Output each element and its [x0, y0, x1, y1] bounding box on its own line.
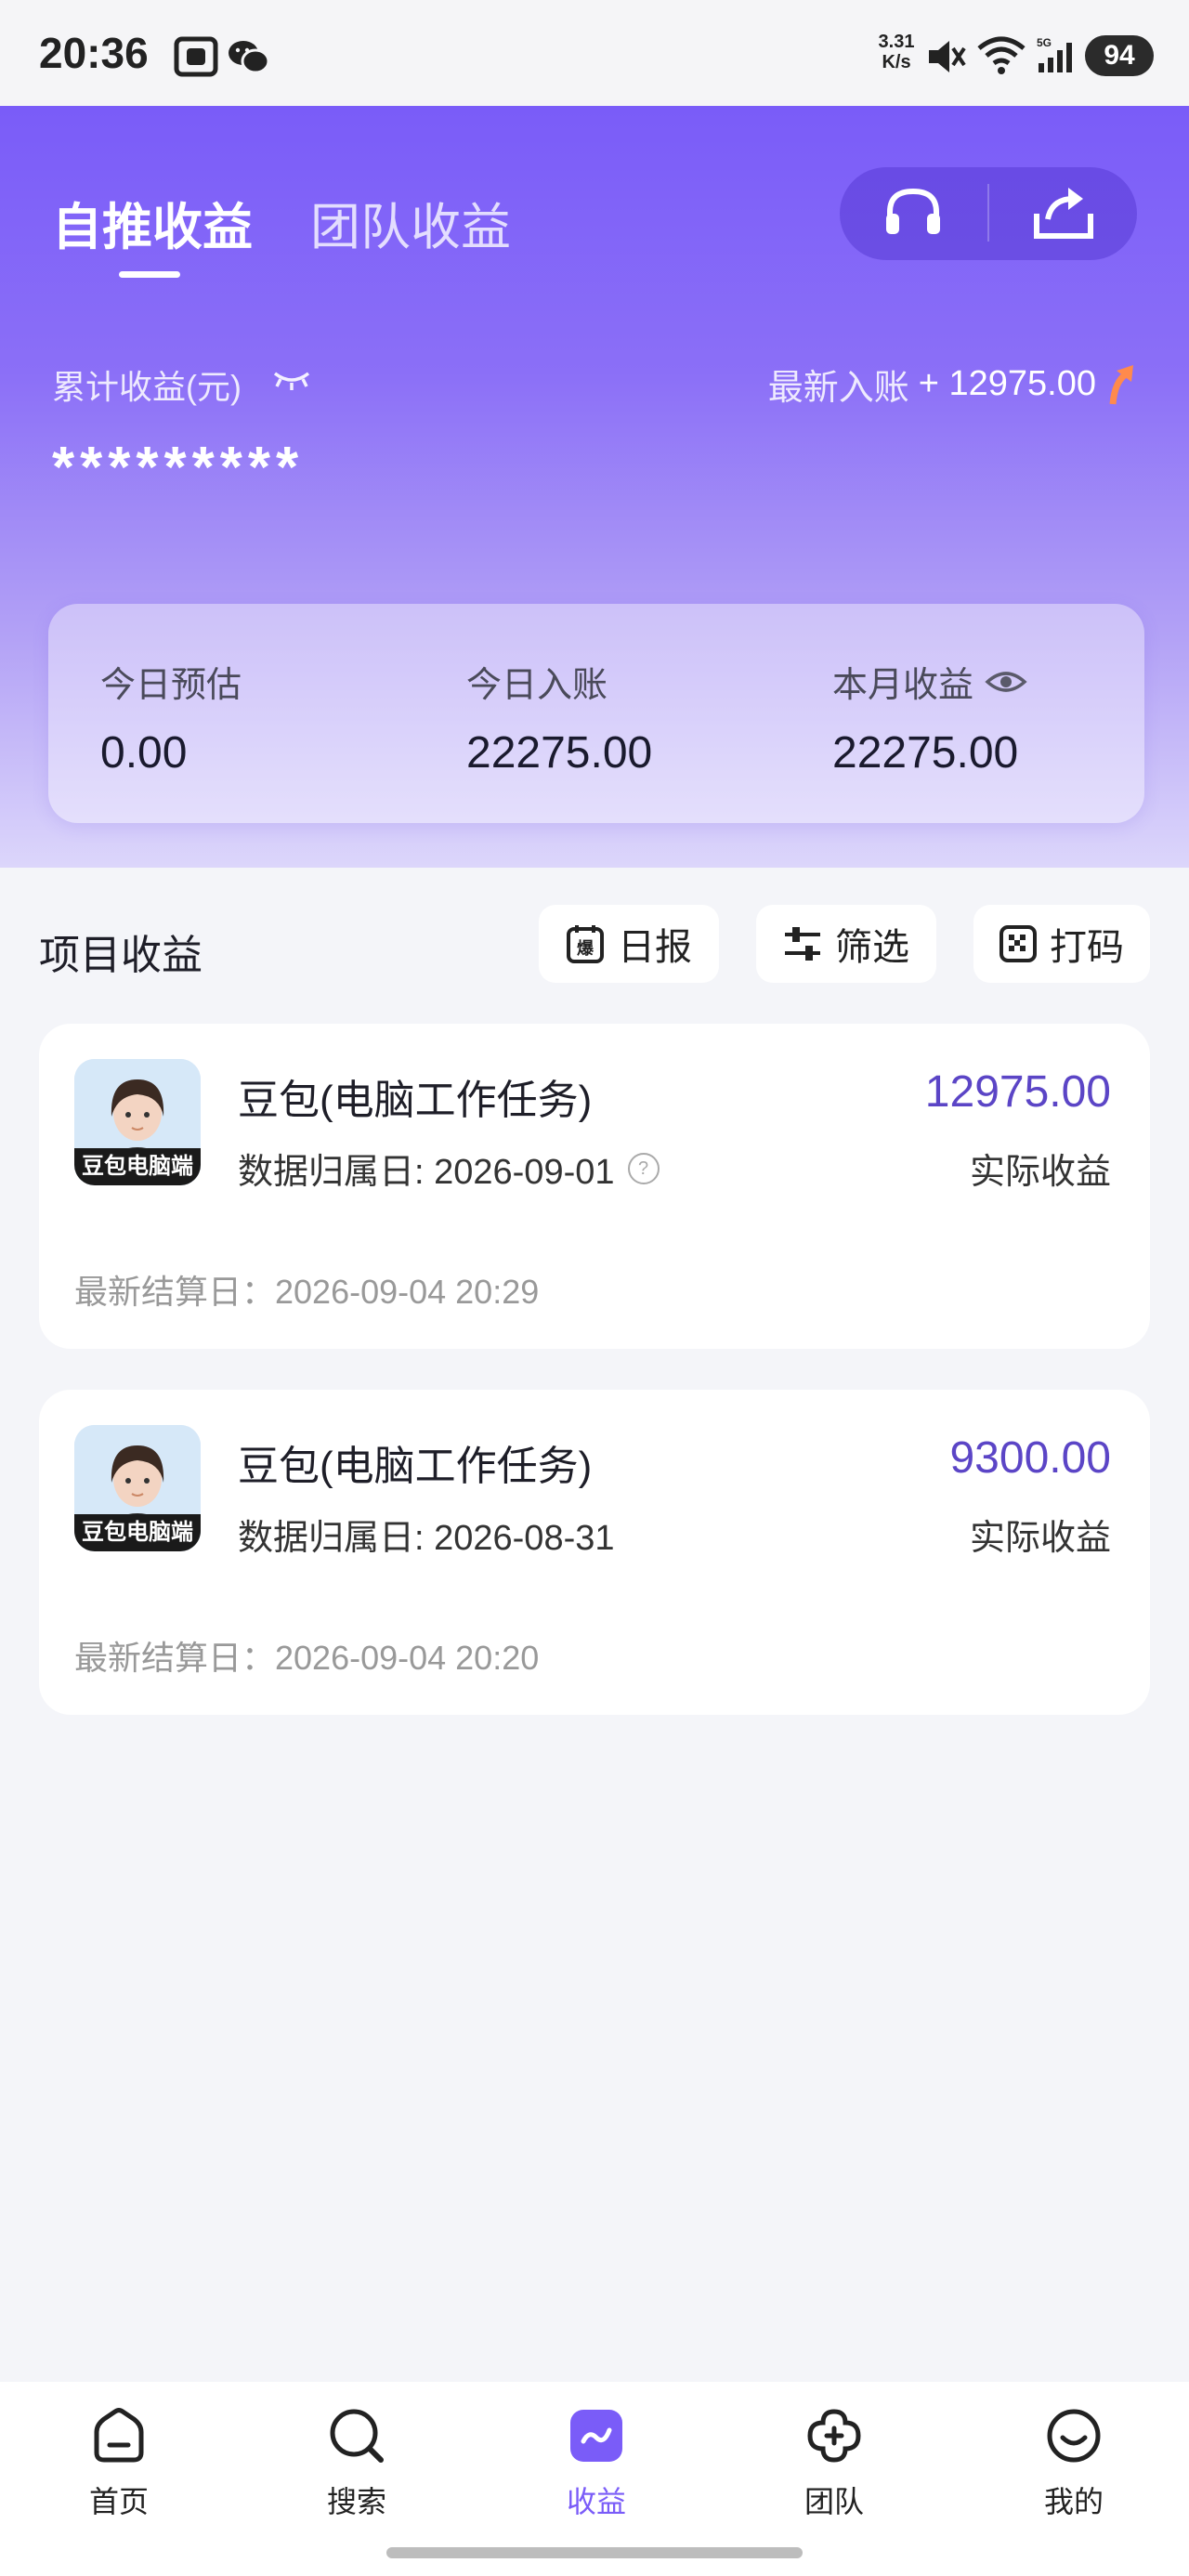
item-amount: 12975.00	[924, 1067, 1111, 1117]
chip-label: 打码	[1050, 927, 1124, 968]
nav-label: 我的	[1043, 2485, 1104, 2518]
status-time: 20:36	[39, 29, 149, 77]
summary-month-earnings: 本月收益 22275.00	[832, 656, 1027, 778]
filter-icon	[785, 927, 820, 961]
cumulative-earnings-label: 累计收益(元)	[52, 368, 242, 406]
home-indicator[interactable]	[386, 2547, 803, 2558]
help-icon[interactable]: ?	[627, 1152, 660, 1184]
latest-income: 最新入账 + 12975.00	[768, 359, 1137, 410]
section-title: 项目收益	[39, 933, 203, 978]
summary-label: 本月收益	[832, 656, 1027, 707]
project-earnings-card[interactable]: 豆包电脑端 豆包(电脑工作任务) 数据归属日: 2026-09-01 ? 129…	[39, 1024, 1150, 1349]
summary-value: 0.00	[100, 728, 188, 778]
headset-icon[interactable]	[881, 184, 946, 243]
item-settle-date: 最新结算日：2026-09-04 20:29	[74, 1273, 540, 1311]
nav-label: 收益	[566, 2485, 626, 2518]
summary-value: 22275.00	[466, 728, 653, 778]
masked-total-earnings: *********	[52, 436, 305, 500]
nav-team[interactable]: 团队	[760, 2406, 908, 2521]
chip-label: 筛选	[835, 927, 909, 968]
avatar-label: 豆包电脑端	[74, 1148, 201, 1185]
summary-today-income: 今日入账 22275.00	[466, 656, 652, 778]
item-amount-label: 实际收益	[969, 1153, 1111, 1192]
item-date: 数据归属日: 2026-09-01 ?	[238, 1143, 660, 1194]
nav-search[interactable]: 搜索	[282, 2406, 431, 2521]
eye-icon[interactable]	[985, 667, 1027, 697]
summary-value: 22275.00	[832, 728, 1019, 778]
battery-indicator: 94	[1085, 35, 1154, 76]
item-amount: 9300.00	[949, 1433, 1111, 1483]
earnings-icon	[570, 2410, 622, 2462]
share-icon[interactable]	[1029, 182, 1098, 243]
home-icon	[94, 2408, 144, 2463]
daily-report-button[interactable]: 爆 日报	[539, 905, 719, 983]
chip-label: 日报	[618, 927, 692, 968]
calendar-hot-icon: 爆	[567, 925, 604, 963]
svg-text:5G: 5G	[1037, 36, 1052, 49]
tab-self-earnings[interactable]: 自推收益	[52, 186, 253, 259]
nav-earnings[interactable]: 收益	[522, 2406, 671, 2521]
mosaic-icon	[1000, 925, 1037, 962]
nav-profile[interactable]: 我的	[1000, 2406, 1148, 2521]
wechat-icon	[229, 41, 269, 74]
item-name: 豆包(电脑工作任务)	[238, 1444, 593, 1489]
eye-closed-icon[interactable]	[271, 368, 312, 392]
svg-text:爆: 爆	[577, 939, 594, 959]
pill-divider	[987, 184, 989, 242]
latest-income-label: 最新入账	[767, 369, 909, 408]
item-name: 豆包(电脑工作任务)	[238, 1078, 593, 1123]
latest-income-value: + 12975.00	[918, 364, 1096, 403]
team-icon	[807, 2409, 861, 2463]
active-tab-indicator	[119, 271, 180, 278]
avatar-label: 豆包电脑端	[74, 1514, 201, 1551]
profile-icon	[1047, 2409, 1101, 2463]
wifi-icon	[977, 36, 1026, 74]
search-icon	[330, 2409, 384, 2463]
summary-today-estimate: 今日预估 0.00	[100, 656, 242, 778]
nav-home[interactable]: 首页	[45, 2406, 193, 2521]
avatar: 豆包电脑端	[74, 1059, 201, 1185]
project-earnings-card[interactable]: 豆包电脑端 豆包(电脑工作任务) 数据归属日: 2026-08-31 9300.…	[39, 1390, 1150, 1715]
nav-label: 首页	[88, 2485, 149, 2518]
arrow-up-icon	[1109, 364, 1133, 404]
signal-5g-icon: 5G	[1037, 36, 1072, 72]
summary-label: 今日入账	[466, 666, 608, 705]
summary-card: 今日预估 0.00 今日入账 22275.00 本月收益 22275.00	[48, 604, 1144, 823]
net-speed: 3.31 K/s	[878, 32, 915, 72]
item-date: 数据归属日: 2026-08-31	[238, 1519, 615, 1558]
avatar: 豆包电脑端	[74, 1425, 201, 1551]
tab-team-earnings[interactable]: 团队收益	[310, 186, 511, 259]
nav-label: 团队	[804, 2485, 864, 2518]
nav-label: 搜索	[326, 2485, 386, 2518]
item-amount-label: 实际收益	[969, 1519, 1111, 1558]
mute-icon	[929, 41, 966, 72]
summary-label: 今日预估	[100, 666, 242, 705]
filter-button[interactable]: 筛选	[756, 905, 936, 983]
mosaic-button[interactable]: 打码	[973, 905, 1150, 983]
screen-record-icon	[174, 36, 218, 77]
item-settle-date: 最新结算日：2026-09-04 20:20	[74, 1639, 540, 1677]
